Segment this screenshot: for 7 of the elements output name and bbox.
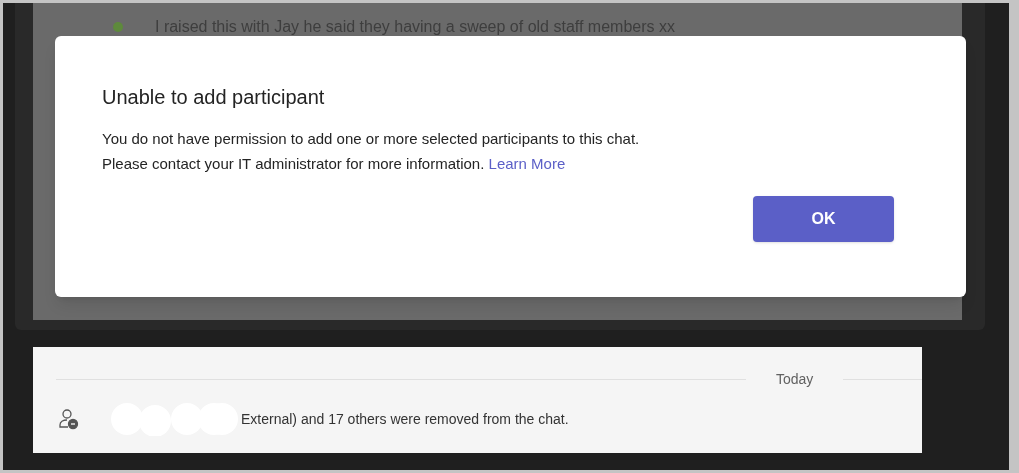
event-message: External) and 17 others were removed from the chat. (241, 409, 569, 429)
dialog-title: Unable to add participant (102, 85, 326, 110)
date-divider: Today (775, 370, 815, 389)
learn-more-link[interactable]: Learn More (488, 155, 566, 172)
dialog-message: You do not have permission to add one or more selected participants to this chat. Please contact your IT administrator for more information. Learn More (102, 129, 641, 174)
ok-button[interactable]: OK (753, 196, 894, 242)
person-remove-icon (58, 408, 80, 430)
